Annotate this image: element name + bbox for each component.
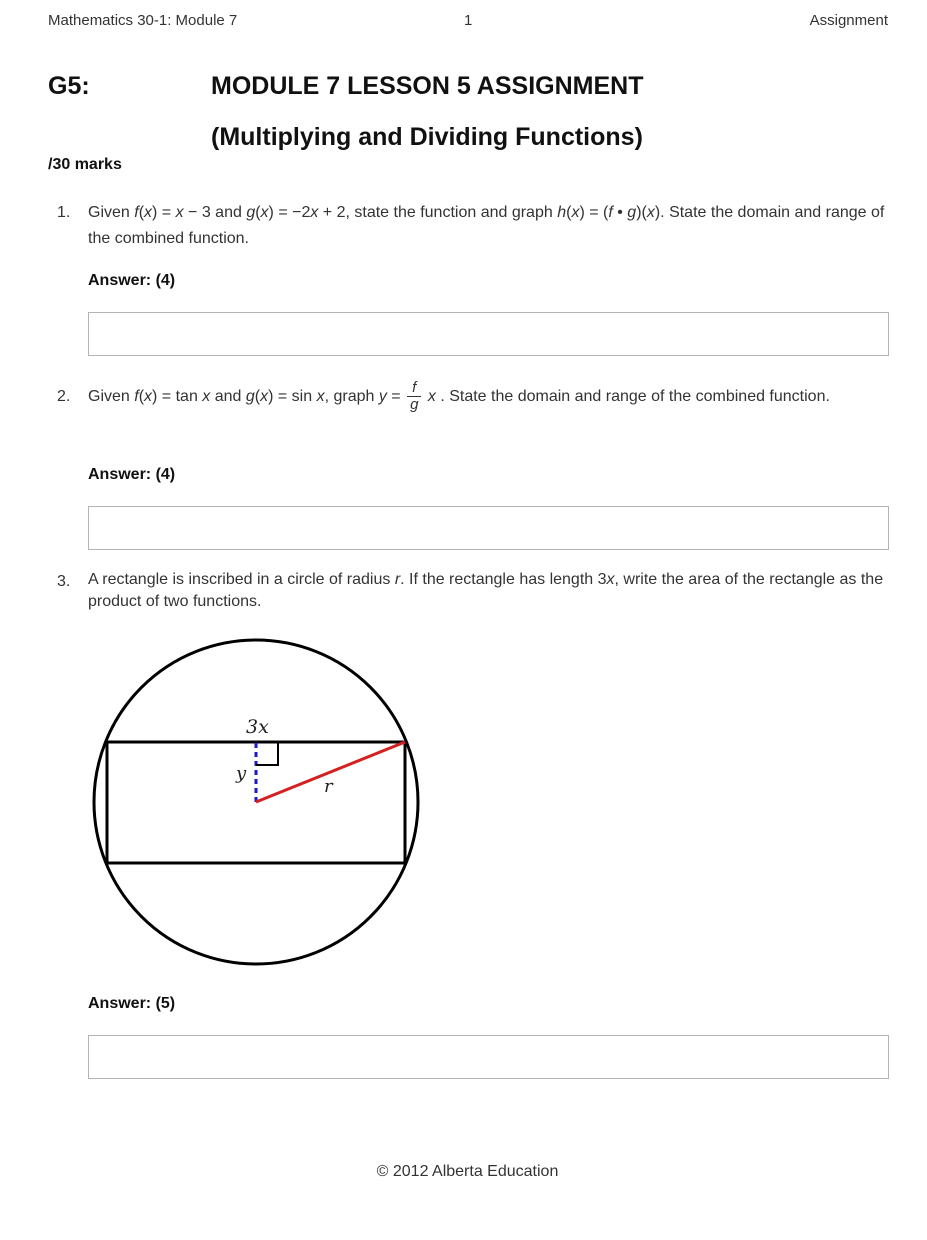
right-angle-marker: [256, 743, 279, 766]
question-1-answer-label: Answer: (4): [88, 272, 176, 289]
label-length-3x: 3x: [246, 716, 269, 738]
question-2-answer-label: Answer: (4): [88, 466, 176, 483]
header-doc-type: Assignment: [809, 12, 888, 29]
question-3-text: A rectangle is inscribed in a circle of …: [88, 571, 884, 610]
label-height-y: y: [235, 763, 247, 784]
page-subtitle: (Multiplying and Dividing Functions): [211, 123, 643, 151]
question-1-number: 1.: [57, 204, 71, 221]
question-3-number: 3.: [57, 573, 71, 590]
question-2-number: 2.: [57, 388, 71, 405]
footer-copyright: © 2012 Alberta Education: [376, 1163, 559, 1180]
header-course-title: Mathematics 30-1: Module 7: [48, 12, 238, 29]
total-marks: /30 marks: [48, 156, 122, 173]
question-2-answer-input[interactable]: [88, 506, 889, 550]
assignment-code: G5:: [48, 72, 90, 100]
question-1-answer-input[interactable]: [88, 312, 889, 356]
header-page-number: 1: [464, 12, 473, 29]
label-radius-r: r: [324, 776, 334, 797]
fraction-f-over-g: fg: [407, 380, 422, 413]
page-title: MODULE 7 LESSON 5 ASSIGNMENT: [211, 72, 644, 100]
inscribed-rectangle-diagram: 3x y r: [92, 638, 420, 966]
question-3-answer-input[interactable]: [88, 1035, 889, 1079]
question-3-answer-label: Answer: (5): [88, 995, 176, 1012]
question-2-text: Given f(x) = tan x and g(x) = sin x, gra…: [88, 379, 830, 414]
question-1-text: Given f(x) = x − 3 and g(x) = −2x + 2, s…: [88, 204, 885, 247]
